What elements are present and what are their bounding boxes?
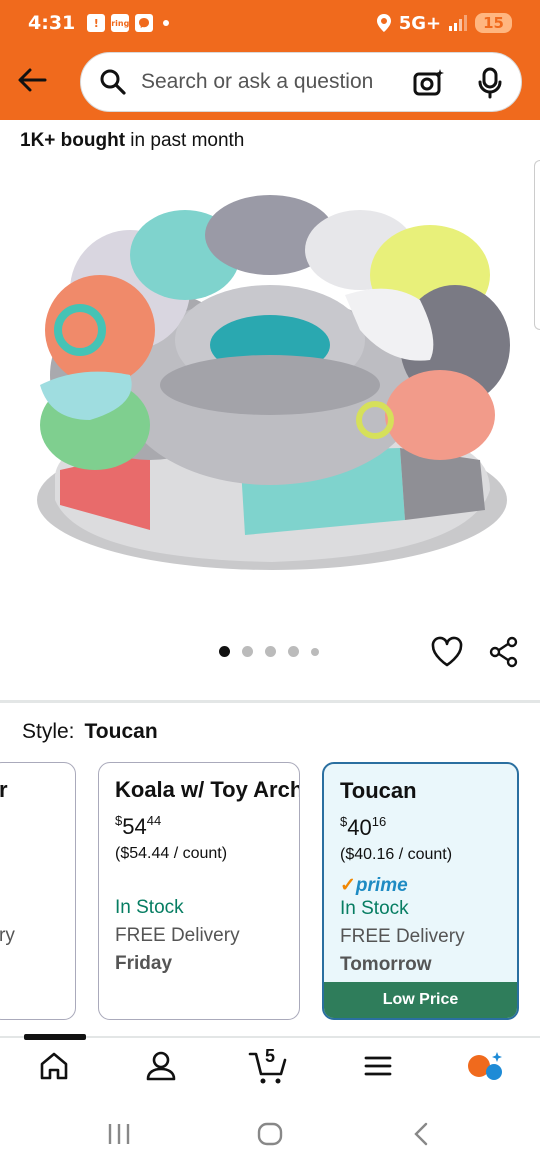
alert-icon: ! [87, 14, 106, 32]
bought-count: 1K+ bought [20, 130, 126, 151]
low-price-badge: Low Price [324, 982, 517, 1018]
messenger-icon [135, 14, 154, 32]
search-header [0, 46, 540, 120]
style-option-card[interactable]: r ry [0, 762, 76, 1020]
cart-button[interactable]: 5 [248, 1046, 288, 1086]
bought-suffix: in past month [125, 130, 245, 151]
option-delivery: FREE Delivery [340, 926, 465, 947]
status-bar: 4:31 ! ring 5G+ 15 [0, 0, 540, 46]
option-stock: In Stock [115, 897, 184, 918]
section-divider [0, 700, 540, 703]
option-price: $4016 [340, 814, 387, 840]
location-icon [376, 14, 391, 32]
battery-indicator: 15 [475, 13, 512, 33]
back-nav-icon[interactable] [412, 1122, 430, 1146]
prime-check-icon: ✓ [340, 875, 356, 896]
style-selector-label: Style: Toucan [22, 720, 158, 744]
style-option-card[interactable]: Koala w/ Toy Arch $5444 ($54.44 / count)… [98, 762, 300, 1020]
system-nav-bar [0, 1100, 540, 1170]
option-name: Toucan [340, 778, 417, 803]
style-value: Toucan [84, 720, 158, 743]
cart-count: 5 [265, 1046, 276, 1066]
gallery-pager[interactable] [219, 646, 319, 657]
prime-badge: ✓prime [340, 875, 408, 896]
active-tab-indicator [24, 1034, 86, 1040]
pager-dot-1[interactable] [219, 646, 230, 657]
back-arrow-icon[interactable] [14, 62, 50, 98]
pager-dot-3[interactable] [265, 646, 276, 657]
option-unit-price: ($54.44 / count) [115, 845, 228, 862]
option-delivery-day: Tomorrow [340, 954, 432, 975]
option-delivery: FREE Delivery [115, 925, 240, 946]
pager-dot-5[interactable] [311, 647, 319, 656]
ring-app-icon: ring [111, 14, 129, 32]
pager-dot-2[interactable] [242, 646, 253, 657]
notification-dot [163, 20, 170, 26]
pager-dot-4[interactable] [288, 646, 299, 657]
recent-apps-icon[interactable] [107, 1124, 131, 1144]
option-price: $5444 [115, 813, 162, 839]
option-stock: In Stock [340, 898, 409, 919]
account-icon[interactable] [145, 1050, 177, 1082]
option-delivery: ry [0, 925, 15, 946]
home-nav-icon[interactable] [257, 1122, 283, 1146]
option-delivery-day: Friday [115, 953, 173, 974]
style-label: Style: [22, 720, 75, 743]
option-name: Koala w/ Toy Arch [115, 777, 300, 802]
microphone-icon[interactable] [477, 67, 503, 99]
bought-badge: 1K+ bought in past month [20, 130, 244, 152]
image-scroll-handle [534, 160, 540, 330]
bottom-nav: 5 [0, 1044, 540, 1100]
rufus-assistant-icon[interactable] [466, 1050, 506, 1084]
menu-icon[interactable] [362, 1050, 394, 1082]
home-icon[interactable] [38, 1050, 70, 1082]
network-label: 5G+ [398, 12, 442, 34]
camera-search-icon[interactable] [413, 67, 445, 99]
search-icon [100, 69, 126, 95]
option-unit-price: ($40.16 / count) [340, 846, 453, 863]
signal-icon [449, 15, 468, 31]
option-name: r [0, 777, 8, 803]
share-icon[interactable] [488, 636, 520, 668]
search-box[interactable] [80, 52, 522, 112]
product-image[interactable] [0, 170, 540, 610]
search-input[interactable] [141, 70, 391, 94]
style-option-card-selected[interactable]: Toucan $4016 ($40.16 / count) ✓prime In … [322, 762, 519, 1020]
status-time: 4:31 [28, 12, 76, 34]
heart-icon[interactable] [430, 636, 464, 668]
